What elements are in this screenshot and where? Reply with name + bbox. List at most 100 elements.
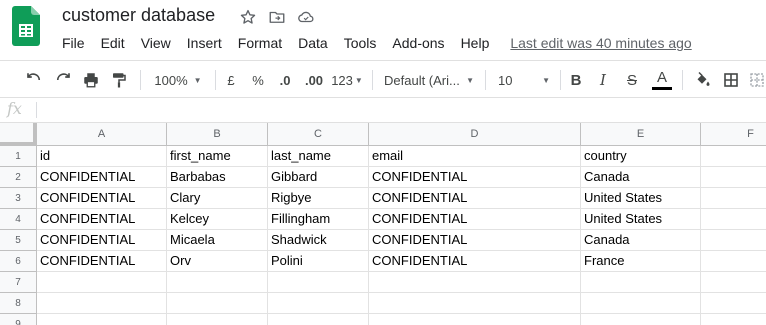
decrease-decimal-button[interactable]: .0 [273, 61, 297, 99]
cell-b3[interactable]: Clary [167, 188, 268, 209]
cell-e2[interactable]: Canada [581, 167, 701, 188]
menu-help[interactable]: Help [453, 35, 498, 51]
cell-f9[interactable] [701, 314, 766, 325]
print-icon[interactable] [80, 61, 102, 99]
move-to-folder-icon[interactable] [267, 7, 287, 27]
cell-f6[interactable] [701, 251, 766, 272]
bold-button[interactable]: B [566, 61, 586, 99]
cell-b9[interactable] [167, 314, 268, 325]
cell-a3[interactable]: CONFIDENTIAL [37, 188, 167, 209]
column-header-c[interactable]: C [268, 123, 369, 146]
cell-d4[interactable]: CONFIDENTIAL [369, 209, 581, 230]
text-color-button[interactable]: A [650, 61, 674, 99]
cell-c1[interactable]: last_name [268, 146, 369, 167]
italic-button[interactable]: I [593, 61, 613, 99]
cell-d7[interactable] [369, 272, 581, 293]
row-header-9[interactable]: 9 [0, 314, 37, 325]
star-icon[interactable] [238, 7, 258, 27]
row-header-4[interactable]: 4 [0, 209, 37, 230]
paint-format-icon[interactable] [108, 61, 130, 99]
cell-c7[interactable] [268, 272, 369, 293]
cell-f4[interactable] [701, 209, 766, 230]
cell-f5[interactable] [701, 230, 766, 251]
cell-e4[interactable]: United States [581, 209, 701, 230]
cell-d6[interactable]: CONFIDENTIAL [369, 251, 581, 272]
undo-icon[interactable] [23, 61, 45, 99]
zoom-select[interactable]: 100% ▼ [148, 61, 208, 99]
column-header-a[interactable]: A [37, 123, 167, 146]
cell-c4[interactable]: Fillingham [268, 209, 369, 230]
increase-decimal-button[interactable]: .00 [300, 61, 328, 99]
menu-format[interactable]: Format [230, 35, 290, 51]
cell-b1[interactable]: first_name [167, 146, 268, 167]
row-header-3[interactable]: 3 [0, 188, 37, 209]
column-header-f[interactable]: F [701, 123, 766, 146]
font-size-select[interactable]: 10 ▼ [494, 61, 554, 99]
cell-e8[interactable] [581, 293, 701, 314]
borders-icon[interactable] [721, 61, 741, 99]
cell-a8[interactable] [37, 293, 167, 314]
currency-format-button[interactable]: £ [221, 61, 241, 99]
menu-insert[interactable]: Insert [179, 35, 230, 51]
cell-b8[interactable] [167, 293, 268, 314]
cell-b2[interactable]: Barbabas [167, 167, 268, 188]
cell-d1[interactable]: email [369, 146, 581, 167]
menu-edit[interactable]: Edit [93, 35, 133, 51]
redo-icon[interactable] [52, 61, 74, 99]
column-header-b[interactable]: B [167, 123, 268, 146]
strikethrough-button[interactable]: S [622, 61, 642, 99]
row-header-1[interactable]: 1 [0, 146, 37, 167]
cell-b6[interactable]: Orv [167, 251, 268, 272]
cell-c2[interactable]: Gibbard [268, 167, 369, 188]
cell-c8[interactable] [268, 293, 369, 314]
cell-e9[interactable] [581, 314, 701, 325]
cell-b5[interactable]: Micaela [167, 230, 268, 251]
document-title[interactable]: customer database [62, 5, 215, 26]
cell-b4[interactable]: Kelcey [167, 209, 268, 230]
cell-a7[interactable] [37, 272, 167, 293]
cell-a9[interactable] [37, 314, 167, 325]
percent-format-button[interactable]: % [248, 61, 268, 99]
cell-f2[interactable] [701, 167, 766, 188]
cell-c6[interactable]: Polini [268, 251, 369, 272]
cloud-status-icon[interactable] [296, 7, 316, 27]
row-header-6[interactable]: 6 [0, 251, 37, 272]
cell-c5[interactable]: Shadwick [268, 230, 369, 251]
menu-data[interactable]: Data [290, 35, 336, 51]
cell-f8[interactable] [701, 293, 766, 314]
cell-d9[interactable] [369, 314, 581, 325]
cell-c3[interactable]: Rigbye [268, 188, 369, 209]
cell-e6[interactable]: France [581, 251, 701, 272]
cell-d2[interactable]: CONFIDENTIAL [369, 167, 581, 188]
merge-cells-icon[interactable] [748, 61, 766, 99]
row-header-2[interactable]: 2 [0, 167, 37, 188]
cell-f3[interactable] [701, 188, 766, 209]
fill-color-icon[interactable] [692, 61, 712, 99]
column-header-d[interactable]: D [369, 123, 581, 146]
cell-e3[interactable]: United States [581, 188, 701, 209]
cell-a2[interactable]: CONFIDENTIAL [37, 167, 167, 188]
formula-input[interactable] [42, 98, 766, 122]
row-header-8[interactable]: 8 [0, 293, 37, 314]
cell-e5[interactable]: Canada [581, 230, 701, 251]
menu-file[interactable]: File [54, 35, 93, 51]
cell-e1[interactable]: country [581, 146, 701, 167]
cell-e7[interactable] [581, 272, 701, 293]
menu-view[interactable]: View [133, 35, 179, 51]
more-formats-select[interactable]: 123 ▼ [330, 61, 364, 99]
cell-b7[interactable] [167, 272, 268, 293]
cell-a6[interactable]: CONFIDENTIAL [37, 251, 167, 272]
last-edit-link[interactable]: Last edit was 40 minutes ago [510, 35, 691, 51]
menu-tools[interactable]: Tools [336, 35, 385, 51]
cell-d5[interactable]: CONFIDENTIAL [369, 230, 581, 251]
cell-a1[interactable]: id [37, 146, 167, 167]
cell-a5[interactable]: CONFIDENTIAL [37, 230, 167, 251]
cell-a4[interactable]: CONFIDENTIAL [37, 209, 167, 230]
row-header-7[interactable]: 7 [0, 272, 37, 293]
sheets-logo-icon[interactable] [12, 6, 40, 46]
column-header-e[interactable]: E [581, 123, 701, 146]
cell-f1[interactable] [701, 146, 766, 167]
font-family-select[interactable]: Default (Ari... ▼ [380, 61, 478, 99]
cell-d8[interactable] [369, 293, 581, 314]
menu-add-ons[interactable]: Add-ons [384, 35, 452, 51]
